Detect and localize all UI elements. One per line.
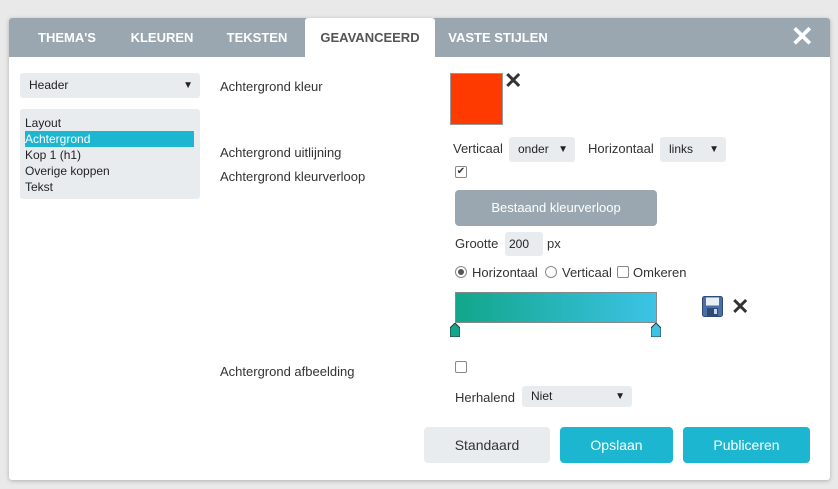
element-list: Layout Achtergrond Kop 1 (h1) Overige ko… <box>20 109 200 199</box>
horizontal-select[interactable]: links ▼ <box>660 137 726 162</box>
size-input[interactable]: 200 <box>505 232 543 256</box>
gradient-start-handle[interactable] <box>450 323 460 337</box>
list-item-achtergrond[interactable]: Achtergrond <box>25 131 194 147</box>
gradient-preview <box>455 292 657 323</box>
vertical-label: Verticaal <box>453 141 503 156</box>
repeat-label: Herhalend <box>455 390 515 405</box>
direction-vertical-label: Verticaal <box>562 265 612 280</box>
size-unit: px <box>547 236 561 251</box>
tab-geavanceerd[interactable]: GEAVANCEERD <box>305 18 435 57</box>
caret-down-icon: ▼ <box>183 80 193 91</box>
existing-gradient-button[interactable]: Bestaand kleurverloop <box>455 190 657 226</box>
default-button[interactable]: Standaard <box>424 427 550 463</box>
tab-teksten[interactable]: TEKSTEN <box>216 18 298 57</box>
gradient-label: Achtergrond kleurverloop <box>220 169 366 184</box>
list-item-tekst[interactable]: Tekst <box>25 179 194 195</box>
bg-color-label: Achtergrond kleur <box>220 79 323 94</box>
list-item-overige-koppen[interactable]: Overige koppen <box>25 163 194 179</box>
publish-button[interactable]: Publiceren <box>683 427 810 463</box>
clear-color-icon[interactable]: ✕ <box>504 70 522 92</box>
vertical-select-value: onder <box>518 142 549 156</box>
tab-bar: THEMA'S KLEUREN TEKSTEN GEAVANCEERD VAST… <box>9 18 830 57</box>
tab-vaste-stijlen[interactable]: VASTE STIJLEN <box>445 18 551 57</box>
save-button[interactable]: Opslaan <box>560 427 673 463</box>
align-label: Achtergrond uitlijning <box>220 145 342 160</box>
section-select[interactable]: Header ▼ <box>20 73 200 98</box>
list-item-layout[interactable]: Layout <box>25 115 194 131</box>
reverse-label: Omkeren <box>633 265 687 280</box>
image-checkbox[interactable] <box>455 361 467 373</box>
repeat-select[interactable]: Niet ▼ <box>522 386 632 407</box>
size-label: Grootte <box>455 236 499 251</box>
direction-vertical-radio[interactable] <box>545 266 557 278</box>
image-label: Achtergrond afbeelding <box>220 364 355 379</box>
reverse-checkbox[interactable] <box>617 266 629 278</box>
save-icon[interactable] <box>702 296 723 317</box>
direction-horizontal-label: Horizontaal <box>472 265 538 280</box>
gradient-end-handle[interactable] <box>651 323 661 337</box>
remove-gradient-icon[interactable]: ✕ <box>731 296 749 318</box>
style-editor-dialog: THEMA'S KLEUREN TEKSTEN GEAVANCEERD VAST… <box>9 18 830 480</box>
list-item-kop1[interactable]: Kop 1 (h1) <box>25 147 194 163</box>
section-select-value: Header <box>29 78 69 92</box>
vertical-select[interactable]: onder ▼ <box>509 137 575 162</box>
caret-down-icon: ▼ <box>558 144 568 155</box>
tab-themas[interactable]: THEMA'S <box>24 18 110 57</box>
caret-down-icon: ▼ <box>615 391 625 402</box>
gradient-checkbox[interactable]: ✔ <box>455 166 467 178</box>
close-icon[interactable]: ✕ <box>791 21 814 53</box>
horizontal-label: Horizontaal <box>588 141 654 156</box>
direction-horizontal-radio[interactable] <box>455 266 467 278</box>
horizontal-select-value: links <box>669 142 694 156</box>
repeat-select-value: Niet <box>531 389 553 403</box>
tab-kleuren[interactable]: KLEUREN <box>120 18 204 57</box>
caret-down-icon: ▼ <box>709 144 719 155</box>
bg-color-swatch[interactable] <box>450 73 503 125</box>
